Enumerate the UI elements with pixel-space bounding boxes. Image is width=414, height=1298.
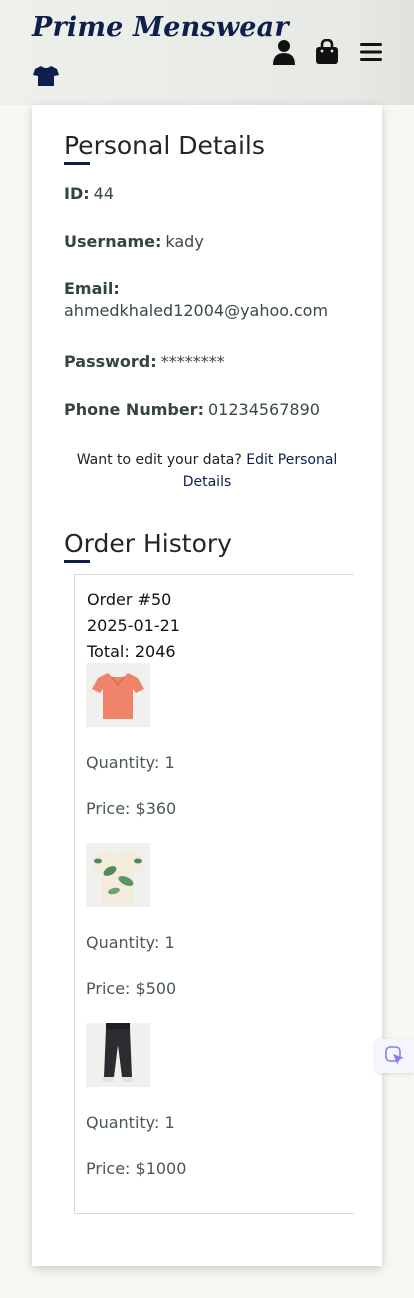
tshirt-icon[interactable] xyxy=(32,64,60,88)
username-value: kady xyxy=(165,232,204,251)
id-value: 44 xyxy=(93,184,114,203)
email-label: Email: xyxy=(64,279,120,298)
phone-label: Phone Number: xyxy=(64,400,204,419)
item-quantity: Quantity: 1 xyxy=(86,1113,175,1132)
detail-email: Email: ahmedkhaled12004@yahoo.com xyxy=(64,278,328,322)
order-history-title: Order History xyxy=(64,529,232,558)
detail-id: ID: 44 xyxy=(64,183,114,205)
item-quantity: Quantity: 1 xyxy=(86,933,175,952)
id-label: ID: xyxy=(64,184,90,203)
hamburger-menu-icon[interactable] xyxy=(358,38,384,66)
profile-card: Personal Details ID: 44 Username: kady Ema… xyxy=(32,105,382,1266)
password-label: Password: xyxy=(64,352,157,371)
phone-value: 01234567890 xyxy=(207,400,320,419)
detail-phone: Phone Number: 01234567890 xyxy=(64,399,320,421)
order-total: Total: 2046 xyxy=(87,642,176,661)
item-quantity: Quantity: 1 xyxy=(86,753,175,772)
order-date: 2025-01-21 xyxy=(87,616,180,635)
order-number: Order #50 xyxy=(87,590,172,609)
floating-cursor-widget[interactable] xyxy=(375,1039,414,1073)
product-image-polo[interactable] xyxy=(86,663,150,727)
brand-logo-text[interactable]: Prime Menswear xyxy=(32,12,289,43)
detail-password: Password: ******** xyxy=(64,351,225,373)
title-underline xyxy=(64,162,90,165)
item-price: Price: $500 xyxy=(86,979,177,998)
user-icon[interactable] xyxy=(271,38,297,66)
detail-username: Username: kady xyxy=(64,231,204,253)
item-price: Price: $360 xyxy=(86,799,177,818)
username-label: Username: xyxy=(64,232,162,251)
item-price: Price: $1000 xyxy=(86,1159,187,1178)
cursor-icon xyxy=(384,1046,404,1065)
personal-details-title: Personal Details xyxy=(64,131,265,160)
email-value: ahmedkhaled12004@yahoo.com xyxy=(64,301,329,320)
shopping-bag-icon[interactable] xyxy=(314,38,340,66)
product-image-black-jeans[interactable] xyxy=(86,1023,150,1087)
password-value: ******** xyxy=(160,352,225,371)
title-underline xyxy=(64,560,90,563)
edit-prompt: Want to edit your data? Edit Personal De… xyxy=(62,449,352,493)
edit-prompt-text: Want to edit your data? xyxy=(76,452,242,468)
order-card: Order #50 2025-01-21 Total: 2046 Quantit… xyxy=(74,574,354,1214)
site-header: Prime Menswear xyxy=(0,0,414,105)
product-image-tropical-shirt[interactable] xyxy=(86,843,150,907)
